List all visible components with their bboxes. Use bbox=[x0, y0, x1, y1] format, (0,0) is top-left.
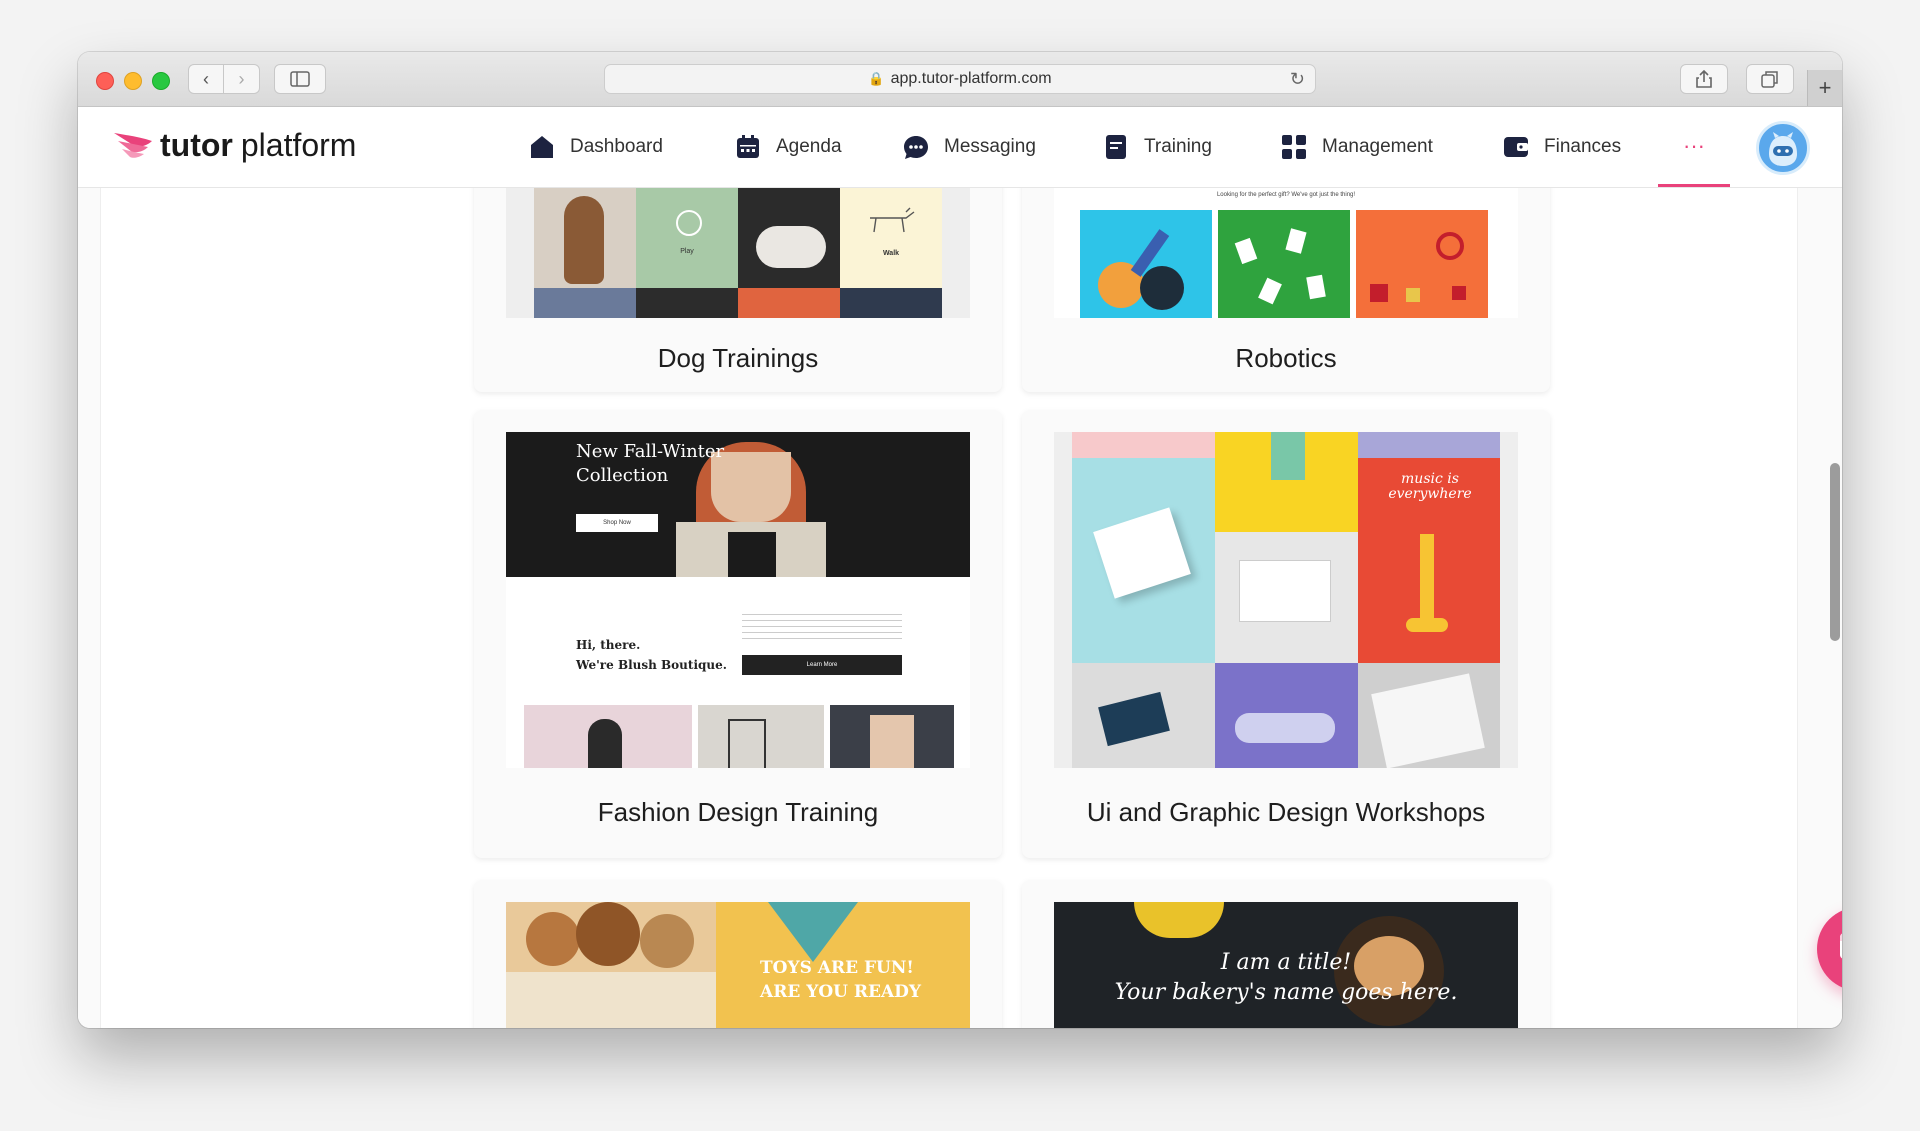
mockup-tile bbox=[1072, 458, 1215, 663]
paint-tile bbox=[1080, 210, 1212, 318]
course-title: Ui and Graphic Design Workshops bbox=[1086, 797, 1486, 827]
nav-item-dashboard[interactable]: Dashboard bbox=[528, 129, 663, 165]
calendar-icon bbox=[734, 133, 762, 161]
main-content: Play Walk Dog Trainings Looking for the … bbox=[78, 188, 1842, 1028]
share-button[interactable] bbox=[1680, 64, 1728, 94]
page-scrollbar[interactable] bbox=[1830, 463, 1840, 641]
walk-tile: Walk bbox=[840, 188, 942, 288]
fashion-heading: New Fall-Winter Collection bbox=[576, 441, 725, 486]
tabs-icon bbox=[1761, 71, 1778, 88]
shop-now-chip: Shop Now bbox=[576, 514, 658, 532]
chat-icon bbox=[1840, 933, 1842, 959]
nav-label: Management bbox=[1322, 136, 1433, 157]
course-card-robotics[interactable]: Looking for the perfect gift? We've got … bbox=[1022, 188, 1550, 392]
browser-toolbar: ‹ › 🔒 app.tutor-platform.com ↻ + bbox=[78, 52, 1842, 107]
reload-icon[interactable]: ↻ bbox=[1290, 69, 1305, 90]
document-icon bbox=[1102, 133, 1130, 161]
play-tile: Play bbox=[636, 188, 738, 288]
url-text: app.tutor-platform.com bbox=[890, 70, 1052, 87]
nav-item-training[interactable]: Training bbox=[1102, 129, 1212, 165]
wing-logo-icon bbox=[114, 133, 152, 158]
cards-tile bbox=[1218, 210, 1350, 318]
grid-icon bbox=[1280, 133, 1308, 161]
more-dots-icon: ··· bbox=[1683, 132, 1705, 158]
forward-button[interactable]: › bbox=[224, 64, 260, 94]
user-avatar[interactable] bbox=[1756, 121, 1810, 175]
course-title: Robotics bbox=[1235, 343, 1337, 373]
course-card-ui-graphic-design[interactable]: music is everywhere Ui and Graphic Desig… bbox=[1022, 410, 1550, 858]
zoom-window-button[interactable] bbox=[152, 72, 170, 90]
music-text: music is everywhere bbox=[1388, 471, 1472, 502]
wallet-icon bbox=[1502, 133, 1530, 161]
home-icon bbox=[528, 133, 556, 161]
share-icon bbox=[1696, 69, 1712, 88]
avatar-robot-icon bbox=[1769, 132, 1797, 166]
chevron-right-icon: › bbox=[238, 68, 245, 89]
course-card-dog-trainings[interactable]: Play Walk Dog Trainings bbox=[474, 188, 1002, 392]
fashion-hero: New Fall-Winter Collection Shop Now bbox=[506, 432, 970, 577]
nav-label: Dashboard bbox=[570, 136, 663, 157]
course-card-bakery[interactable]: I am a title! Your bakery's name goes he… bbox=[1022, 880, 1550, 1028]
address-bar[interactable]: 🔒 app.tutor-platform.com ↻ bbox=[604, 64, 1316, 94]
sidebar-icon bbox=[290, 71, 310, 87]
nav-item-agenda[interactable]: Agenda bbox=[734, 129, 842, 165]
music-tile: music is everywhere bbox=[1358, 458, 1500, 663]
course-title: Fashion Design Training bbox=[597, 797, 879, 827]
scissors-tile bbox=[1356, 210, 1488, 318]
play-label: Play bbox=[680, 248, 694, 255]
logo-text-bold: tutor bbox=[160, 126, 233, 163]
fashion-greeting-2: We're Blush Boutique. bbox=[576, 658, 727, 672]
puppy-photo bbox=[738, 188, 840, 288]
plus-icon: + bbox=[1818, 75, 1832, 100]
lock-icon: 🔒 bbox=[868, 71, 885, 86]
dog-photo bbox=[534, 188, 636, 288]
nav-item-management[interactable]: Management bbox=[1280, 129, 1433, 165]
course-thumbnail: music is everywhere bbox=[1054, 432, 1518, 768]
nav-item-finances[interactable]: Finances bbox=[1502, 129, 1621, 165]
course-thumbnail: Looking for the perfect gift? We've got … bbox=[1054, 188, 1518, 318]
chat-bubble-icon bbox=[902, 133, 930, 161]
nav-label: Messaging bbox=[944, 136, 1036, 157]
course-card-fashion-design[interactable]: New Fall-Winter Collection Shop Now Hi, … bbox=[474, 410, 1002, 858]
new-tab-button[interactable]: + bbox=[1807, 70, 1842, 106]
walk-label: Walk bbox=[882, 250, 900, 257]
course-title: Dog Trainings bbox=[657, 343, 819, 373]
chevron-left-icon: ‹ bbox=[203, 68, 209, 89]
bakery-line-2: Your bakery's name goes here. bbox=[1114, 980, 1458, 1005]
nav-item-messaging[interactable]: Messaging bbox=[902, 129, 1036, 165]
nav-label: Training bbox=[1144, 136, 1212, 157]
robotics-tagline: Looking for the perfect gift? We've got … bbox=[1216, 192, 1356, 198]
app-navbar: tutor platform Dashboard Agenda Messagin… bbox=[78, 107, 1842, 188]
nav-more-button[interactable]: ··· bbox=[1658, 107, 1730, 187]
show-tabs-button[interactable] bbox=[1746, 64, 1794, 94]
course-thumbnail: New Fall-Winter Collection Shop Now Hi, … bbox=[506, 432, 970, 768]
learn-more-chip: Learn More bbox=[742, 655, 902, 675]
back-button[interactable]: ‹ bbox=[188, 64, 224, 94]
nav-label: Finances bbox=[1544, 136, 1622, 157]
course-thumbnail: TOYS ARE FUN! ARE YOU READY bbox=[506, 902, 970, 1028]
minimize-window-button[interactable] bbox=[124, 72, 142, 90]
toys-line-2: ARE YOU READY bbox=[760, 982, 922, 1002]
bakery-line-1: I am a title! bbox=[1220, 950, 1352, 975]
nav-label: Agenda bbox=[776, 136, 842, 157]
sidebar-toggle-button[interactable] bbox=[274, 64, 326, 94]
course-thumbnail: I am a title! Your bakery's name goes he… bbox=[1054, 902, 1518, 1028]
browser-window: ‹ › 🔒 app.tutor-platform.com ↻ + tutor p… bbox=[78, 52, 1842, 1028]
logo-text-light: platform bbox=[240, 126, 357, 163]
fashion-greeting-1: Hi, there. bbox=[576, 638, 641, 652]
toys-line-1: TOYS ARE FUN! bbox=[760, 958, 914, 978]
course-thumbnail: Play Walk bbox=[506, 188, 970, 318]
app-logo[interactable]: tutor platform bbox=[112, 125, 356, 165]
course-card-toys[interactable]: TOYS ARE FUN! ARE YOU READY bbox=[474, 880, 1002, 1028]
close-window-button[interactable] bbox=[96, 72, 114, 90]
